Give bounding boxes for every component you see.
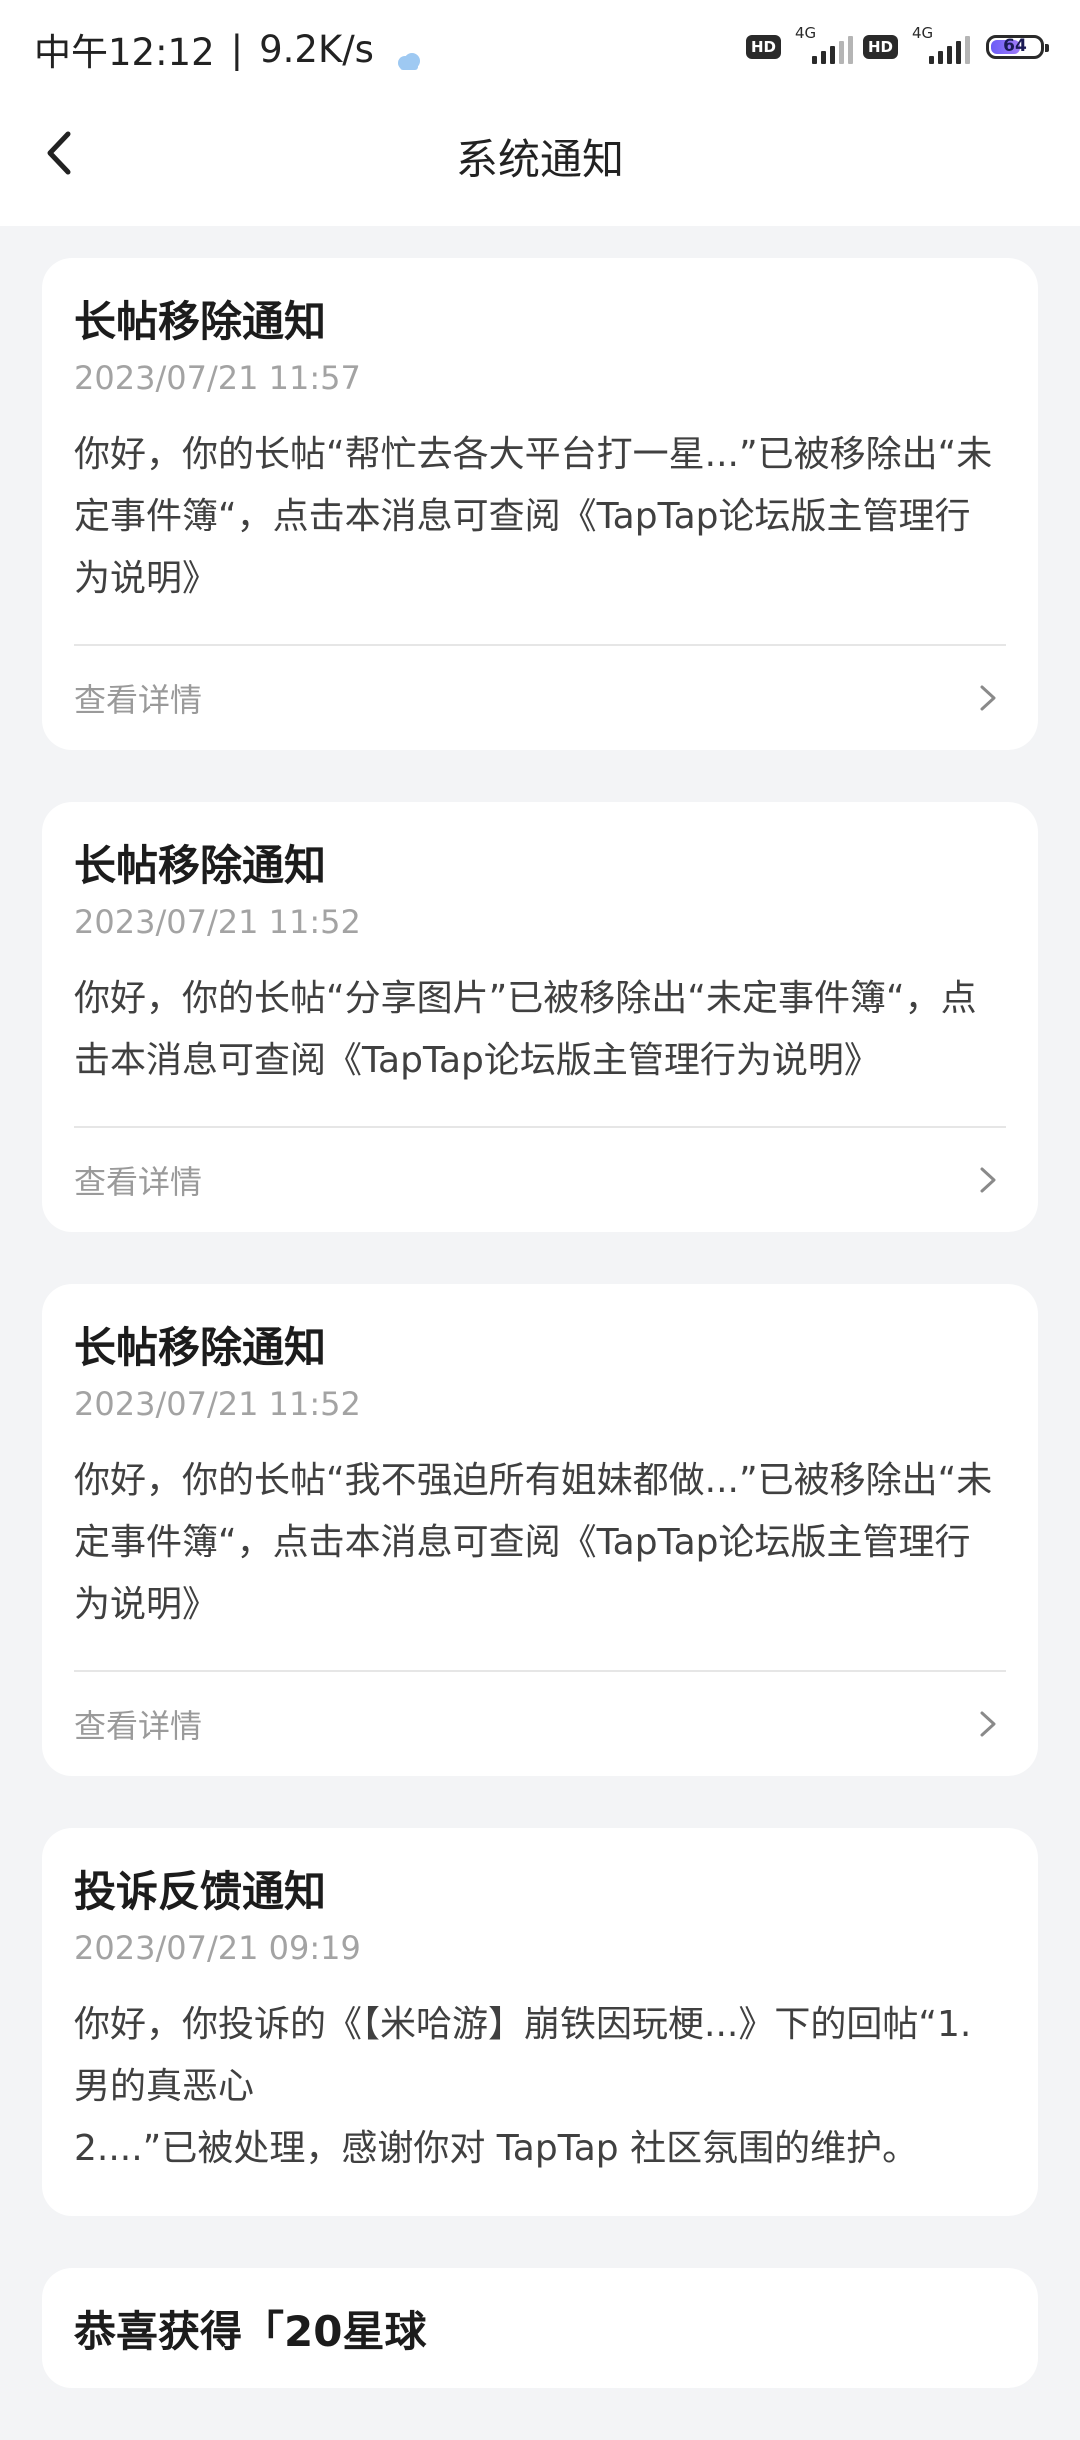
cloud-icon	[396, 39, 422, 70]
view-details-row[interactable]: 查看详情	[74, 1672, 1006, 1776]
view-details-label: 查看详情	[74, 1707, 203, 1745]
notification-body: 你好，你投诉的《【米哈游】崩铁因玩梗...》下的回帖“1.男的真恶心 2....…	[74, 2004, 972, 2169]
notification-list: 长帖移除通知 2023/07/21 11:57 你好，你的长帖“帮忙去各大平台打…	[42, 258, 1038, 2440]
view-details-row[interactable]: 查看详情	[74, 646, 1006, 750]
status-right: HD 4G HD 4G 64	[745, 24, 1049, 64]
view-details-label: 查看详情	[74, 681, 203, 719]
battery-icon: 64	[986, 35, 1049, 59]
notification-time: 2023/07/21 11:57	[74, 359, 361, 397]
signal-icon-sim1: 4G	[791, 24, 853, 64]
page-title: 系统通知	[455, 135, 624, 184]
status-time: 中午12:12	[34, 31, 215, 74]
notification-card[interactable]: 长帖移除通知 2023/07/21 11:52 你好，你的长帖“分享图片”已被移…	[42, 802, 1038, 1232]
status-separator: |	[230, 27, 244, 71]
hd-badge-1: HD	[745, 35, 781, 59]
battery-level: 64	[1003, 36, 1027, 56]
notification-body: 你好，你的长帖“我不强迫所有姐妹都做...”已被移除出“未定事件簿“，点击本消息…	[74, 1460, 993, 1625]
view-details-row[interactable]: 查看详情	[74, 1128, 1006, 1232]
chevron-right-icon	[974, 1166, 1002, 1194]
hd-badge-2: HD	[862, 35, 898, 59]
notification-title: 长帖移除通知	[74, 1323, 327, 1372]
notification-card[interactable]: 长帖移除通知 2023/07/21 11:52 你好，你的长帖“我不强迫所有姐妹…	[42, 1284, 1038, 1776]
notification-time: 2023/07/21 11:52	[74, 1385, 361, 1423]
notification-card[interactable]: 长帖移除通知 2023/07/21 11:57 你好，你的长帖“帮忙去各大平台打…	[42, 258, 1038, 750]
notification-body: 你好，你的长帖“帮忙去各大平台打一星...”已被移除出“未定事件簿“，点击本消息…	[74, 434, 993, 599]
nav-bar: 系统通知	[0, 96, 1080, 226]
notification-time: 2023/07/21 09:19	[74, 1929, 361, 1967]
notification-card[interactable]: 投诉反馈通知 2023/07/21 09:19 你好，你投诉的《【米哈游】崩铁因…	[42, 1828, 1038, 2216]
notification-title: 长帖移除通知	[74, 841, 327, 890]
signal-icon-sim2: 4G	[908, 24, 970, 64]
notification-title: 投诉反馈通知	[74, 1867, 327, 1916]
notification-title: 长帖移除通知	[74, 297, 327, 346]
status-speed: 9.2K/s	[259, 27, 374, 71]
notification-time: 2023/07/21 11:52	[74, 903, 361, 941]
notification-body: 你好，你的长帖“分享图片”已被移除出“未定事件簿“，点击本消息可查阅《TapTa…	[74, 978, 977, 1081]
status-bar: 中午12:12 | 9.2K/s HD 4G HD 4G 64	[0, 0, 1080, 96]
view-details-label: 查看详情	[74, 1163, 203, 1201]
chevron-right-icon	[974, 684, 1002, 712]
notification-card[interactable]: 恭喜获得「20星球	[42, 2268, 1038, 2388]
chevron-right-icon	[974, 1710, 1002, 1738]
notification-title: 恭喜获得「20星球	[74, 2307, 427, 2356]
status-left: 中午12:12 | 9.2K/s	[34, 22, 422, 76]
